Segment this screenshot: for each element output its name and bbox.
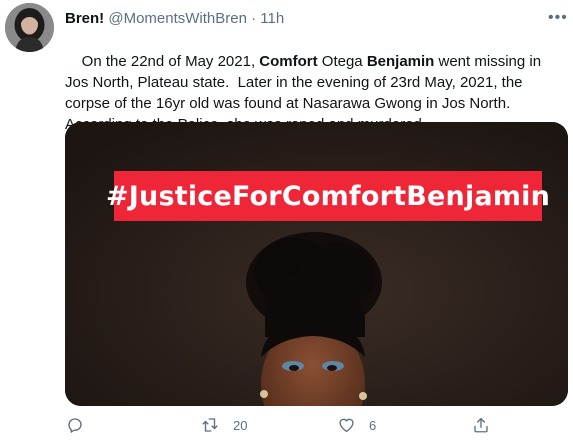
tweet-text-bold: Comfort bbox=[259, 53, 318, 70]
more-options-icon[interactable]: ••• bbox=[548, 10, 568, 26]
user-handle[interactable]: @MomentsWithBren bbox=[108, 10, 247, 27]
tweet-time[interactable]: 11h bbox=[260, 10, 284, 27]
media-photo bbox=[65, 122, 568, 406]
heart-icon bbox=[339, 418, 354, 433]
avatar-image bbox=[5, 3, 54, 52]
like-button[interactable]: 6 bbox=[337, 416, 376, 434]
hashtag-banner: #JusticeForComfortBenjamin bbox=[106, 171, 550, 221]
like-count: 6 bbox=[369, 417, 377, 433]
tweet-text-segment: Otega bbox=[317, 53, 367, 70]
reply-button[interactable] bbox=[66, 416, 84, 434]
avatar[interactable] bbox=[5, 3, 54, 52]
retweet-icon bbox=[202, 418, 218, 432]
tweet-header: Bren! @MomentsWithBren · 11h bbox=[65, 9, 284, 29]
tweet-text-segment: On the 22nd of May 2021, bbox=[81, 53, 260, 70]
tweet[interactable]: Bren! @MomentsWithBren · 11h ••• On the … bbox=[0, 0, 573, 440]
separator-dot: · bbox=[251, 10, 257, 27]
display-name[interactable]: Bren! bbox=[65, 10, 104, 27]
share-icon bbox=[474, 417, 488, 433]
retweet-button[interactable]: 20 bbox=[200, 416, 247, 434]
retweet-count: 20 bbox=[233, 417, 248, 433]
reply-icon bbox=[68, 418, 82, 433]
tweet-media-image[interactable]: #JusticeForComfortBenjamin bbox=[65, 122, 568, 406]
tweet-actions: 20 6 bbox=[0, 416, 573, 440]
share-button[interactable] bbox=[472, 416, 490, 434]
tweet-text-bold: Benjamin bbox=[366, 53, 435, 70]
